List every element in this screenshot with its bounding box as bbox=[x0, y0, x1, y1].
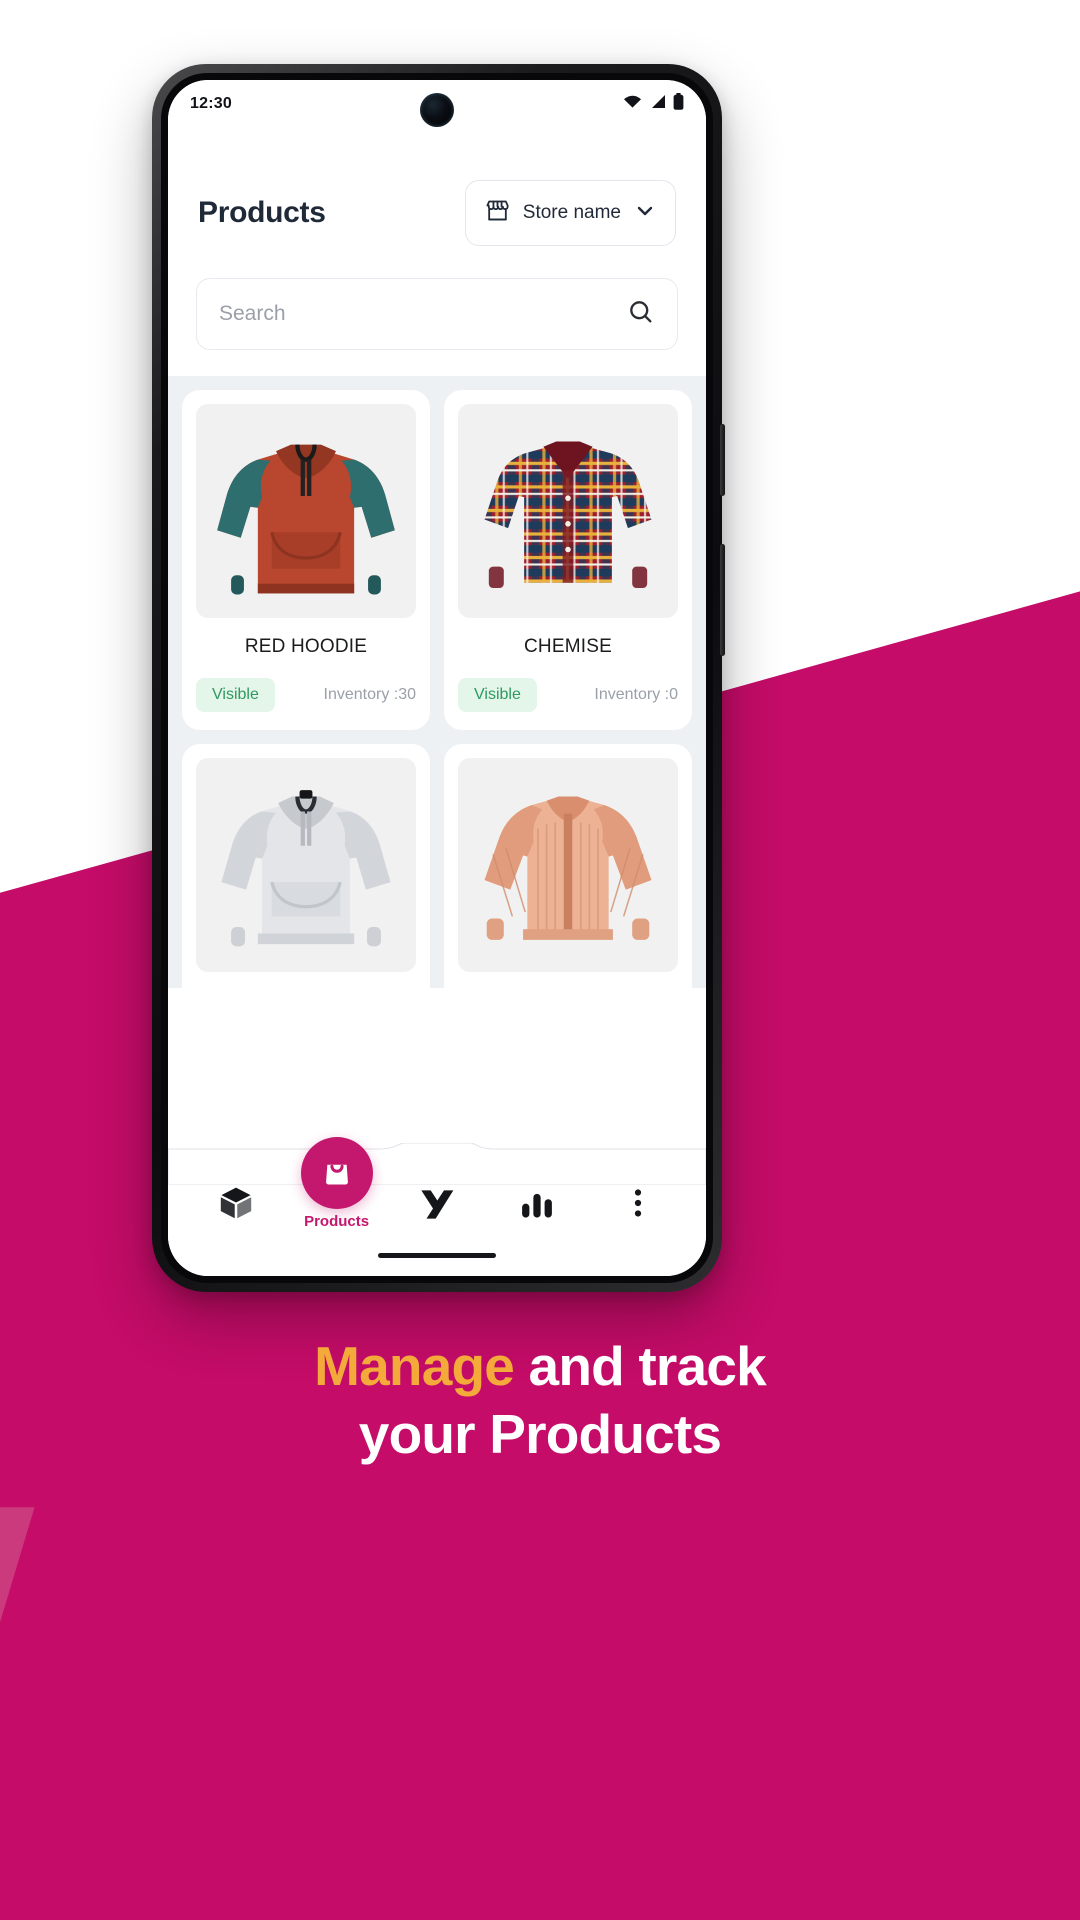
page-title: Products bbox=[198, 196, 326, 229]
nav-item-brand[interactable] bbox=[394, 1183, 480, 1228]
status-badge: Visible bbox=[196, 678, 275, 712]
storefront-icon bbox=[484, 197, 511, 229]
product-meta: Visible Inventory :0 bbox=[458, 678, 678, 712]
cellular-signal-icon bbox=[649, 94, 666, 114]
store-selector-button[interactable]: Store name bbox=[464, 180, 676, 246]
chevron-down-icon bbox=[633, 199, 657, 228]
product-card[interactable]: WHITE HOODIE Visible Inventory :0 bbox=[182, 744, 430, 988]
wifi-icon bbox=[623, 94, 642, 114]
more-vertical-icon[interactable] bbox=[621, 1186, 655, 1225]
product-thumbnail bbox=[458, 404, 678, 618]
product-name: CHEMISE bbox=[524, 636, 612, 657]
product-thumbnail bbox=[196, 758, 416, 972]
status-badge: Visible bbox=[458, 678, 537, 712]
product-thumbnail bbox=[196, 404, 416, 618]
product-thumbnail bbox=[458, 758, 678, 972]
status-bar: 12:30 bbox=[168, 80, 706, 128]
inventory-label: Inventory :0 bbox=[594, 686, 678, 703]
bar-chart-icon[interactable] bbox=[518, 1184, 556, 1227]
plaid-flannel-shirt-icon bbox=[484, 441, 652, 589]
phone-mockup: 12:30 Products Store name Search RED HOO… bbox=[152, 64, 725, 1292]
bottom-nav-items: Products bbox=[168, 1137, 706, 1230]
search-icon[interactable] bbox=[627, 298, 655, 331]
phone-power-button bbox=[720, 544, 725, 656]
y-logo-icon[interactable] bbox=[417, 1183, 457, 1228]
phone-bezel: 12:30 Products Store name Search RED HOO… bbox=[161, 73, 713, 1283]
nav-notch-shape bbox=[168, 1143, 706, 1185]
search-input[interactable] bbox=[219, 302, 627, 326]
nav-label-products: Products bbox=[304, 1213, 370, 1230]
search-section bbox=[168, 246, 706, 376]
battery-icon bbox=[673, 93, 684, 115]
app-header: Products Store name bbox=[168, 128, 706, 246]
nav-item-statistics[interactable] bbox=[494, 1184, 580, 1227]
status-bar-icons bbox=[623, 93, 684, 115]
nav-item-inventory[interactable] bbox=[193, 1184, 279, 1227]
inventory-label: Inventory :30 bbox=[323, 686, 417, 703]
promo-headline: Manage and track your Products bbox=[0, 1332, 1080, 1468]
search-box[interactable] bbox=[196, 278, 678, 350]
promo-headline-rest: and track bbox=[514, 1335, 767, 1397]
product-name: RED HOODIE bbox=[244, 636, 368, 657]
product-grid-container[interactable]: RED HOODIE Visible Inventory :30 CHEMISE… bbox=[168, 376, 706, 988]
home-indicator bbox=[378, 1253, 496, 1258]
products-fab-button[interactable] bbox=[300, 1137, 373, 1209]
phone-volume-button bbox=[720, 424, 725, 496]
front-camera-punch-hole bbox=[420, 93, 454, 127]
product-card[interactable]: JL JACKET Visible Inventory :0 bbox=[444, 744, 692, 988]
store-selector-label: Store name bbox=[522, 202, 621, 223]
product-card[interactable]: CHEMISE Visible Inventory :0 bbox=[444, 390, 692, 730]
product-card[interactable]: RED HOODIE Visible Inventory :30 bbox=[182, 390, 430, 730]
promo-headline-line1: Manage and track bbox=[60, 1332, 1020, 1400]
product-grid: RED HOODIE Visible Inventory :30 CHEMISE… bbox=[182, 390, 692, 988]
promo-headline-line2: your Products bbox=[358, 1403, 722, 1466]
cube-3d-icon[interactable] bbox=[217, 1184, 255, 1227]
product-meta: Visible Inventory :30 bbox=[196, 678, 416, 712]
nav-item-more[interactable] bbox=[595, 1186, 681, 1225]
phone-screen: 12:30 Products Store name Search RED HOO… bbox=[168, 80, 706, 1276]
bottom-navigation-bar: Products bbox=[168, 1137, 706, 1276]
nav-item-products[interactable]: Products bbox=[294, 1137, 380, 1230]
white-grey-hoodie-icon bbox=[221, 790, 391, 947]
status-bar-time: 12:30 bbox=[190, 95, 232, 112]
promo-headline-accent: Manage bbox=[314, 1335, 515, 1397]
red-hoodie-teal-sleeves-icon bbox=[217, 444, 395, 595]
peach-pleated-jacket-icon bbox=[484, 796, 652, 940]
shopping-bag-icon bbox=[320, 1154, 354, 1193]
